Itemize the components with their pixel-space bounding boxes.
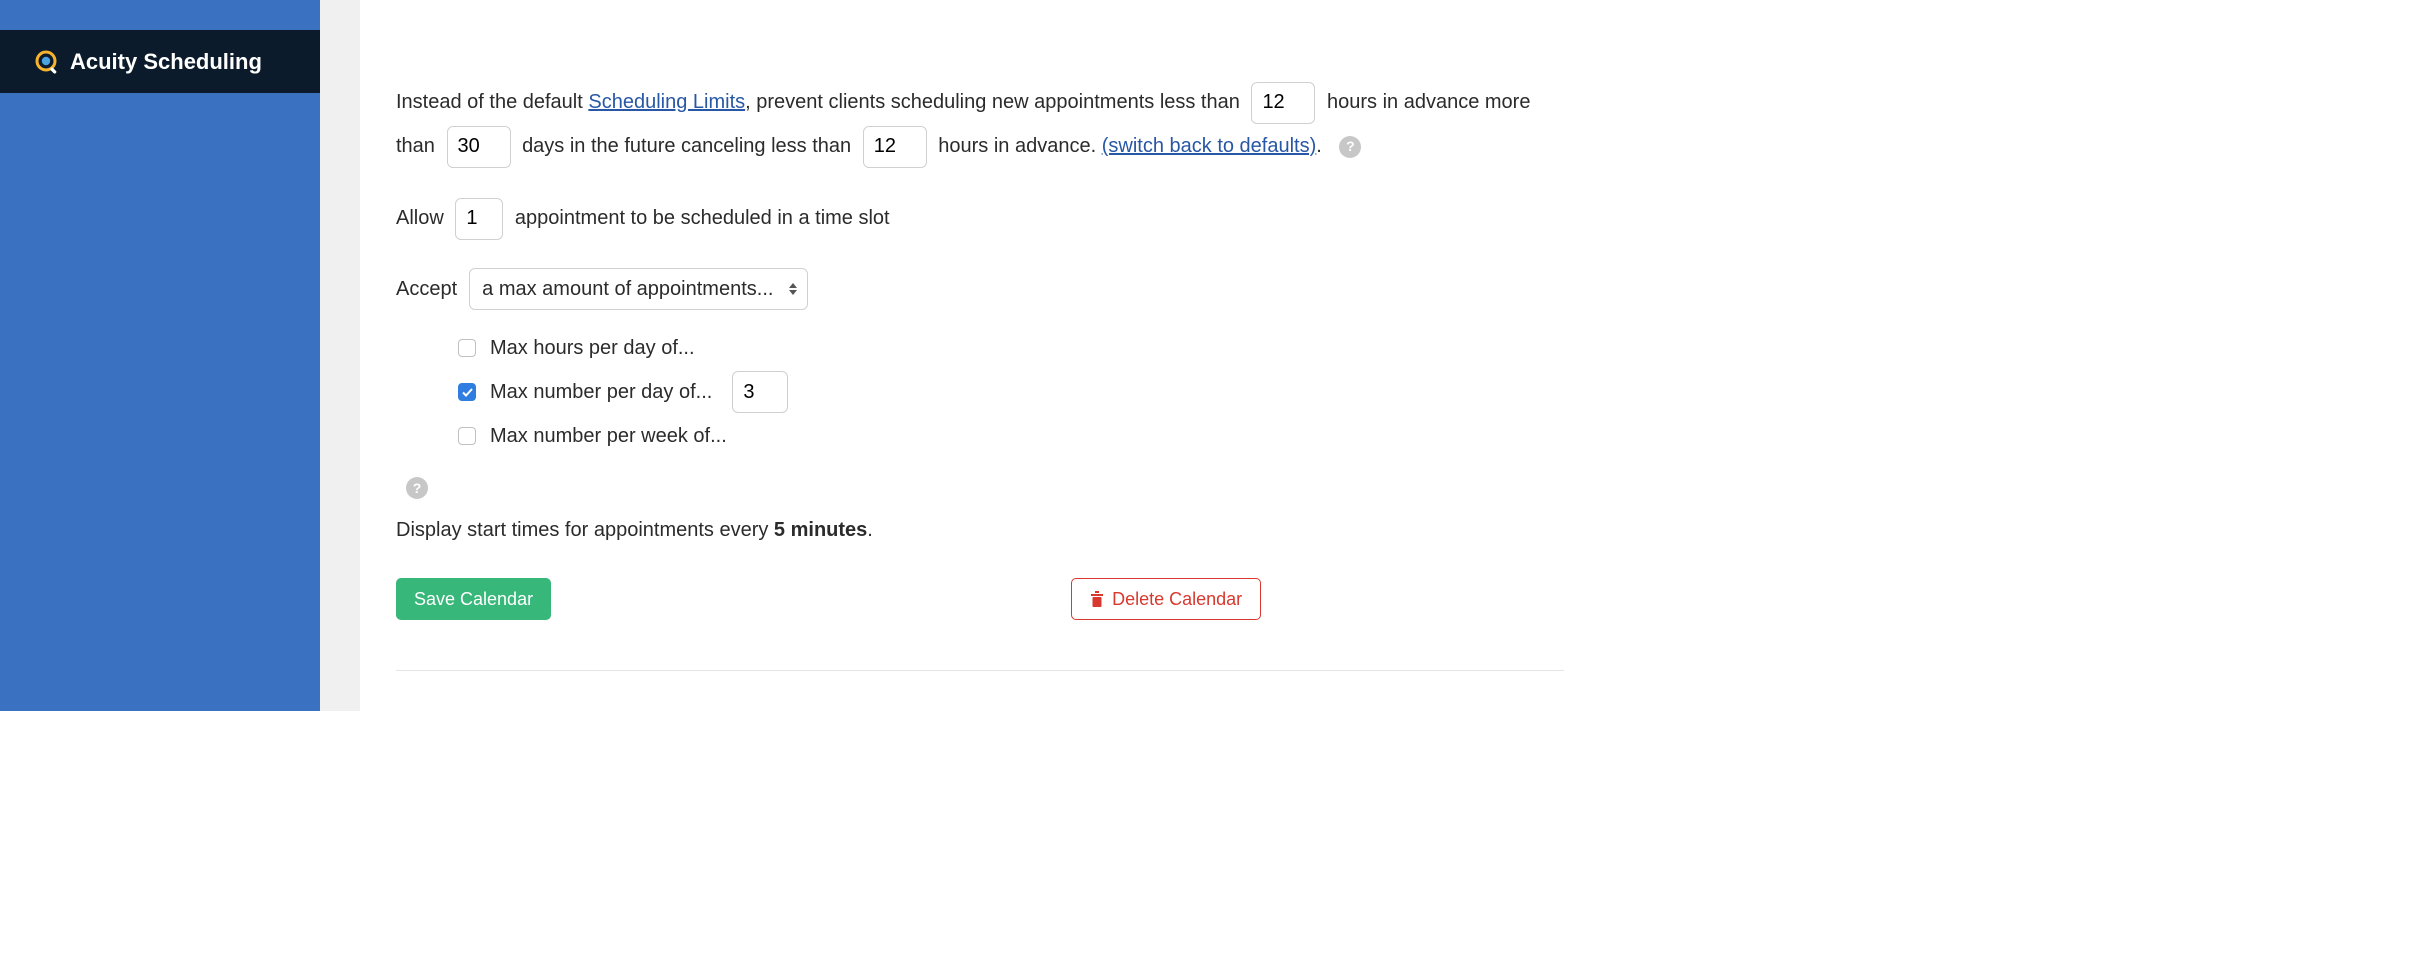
accept-selected: a max amount of appointments... — [482, 278, 773, 301]
hours-advance-input[interactable] — [1251, 82, 1315, 124]
brand-logo: Acuity Scheduling — [34, 49, 262, 75]
content-gutter — [320, 0, 360, 711]
display-prefix: Display start times for appointments eve… — [396, 519, 774, 541]
brand-name: Acuity Scheduling — [70, 49, 262, 75]
limits-text4: hours in advance. — [938, 135, 1096, 157]
checkbox-max-number-week[interactable] — [458, 427, 476, 445]
option-label: Max number per day of... — [490, 381, 712, 404]
limits-text3: days in the future canceling less than — [522, 135, 851, 157]
accept-select[interactable]: a max amount of appointments... — [469, 268, 808, 310]
section-divider — [396, 670, 1564, 671]
allow-suffix: appointment to be scheduled in a time sl… — [515, 207, 890, 229]
delete-calendar-button[interactable]: Delete Calendar — [1071, 578, 1261, 620]
limits-text1: , prevent clients scheduling new appoint… — [745, 91, 1240, 113]
limits-period: . — [1316, 135, 1322, 157]
accept-options-list: Max hours per day of... Max number per d… — [396, 326, 1564, 458]
brand-bar: Acuity Scheduling — [0, 30, 320, 93]
logo-icon — [34, 49, 60, 75]
display-suffix: . — [867, 519, 873, 541]
switch-defaults-link[interactable]: (switch back to defaults) — [1102, 135, 1317, 157]
help-icon[interactable]: ? — [1339, 136, 1361, 158]
allow-row: Allow appointment to be scheduled in a t… — [396, 196, 1564, 240]
trash-icon — [1090, 591, 1104, 607]
allow-prefix: Allow — [396, 207, 444, 229]
limits-prefix: Instead of the default — [396, 91, 588, 113]
scheduling-limits-paragraph: Instead of the default Scheduling Limits… — [396, 80, 1564, 168]
save-label: Save Calendar — [414, 589, 533, 610]
select-caret-icon — [789, 283, 797, 295]
delete-label: Delete Calendar — [1112, 589, 1242, 610]
cancel-hours-input[interactable] — [863, 126, 927, 168]
accept-label: Accept — [396, 278, 457, 301]
help-icon[interactable]: ? — [406, 477, 428, 499]
button-row: Save Calendar Delete Calendar — [396, 578, 1564, 620]
option-label: Max number per week of... — [490, 425, 727, 448]
option-label: Max hours per day of... — [490, 337, 695, 360]
help-row: ? — [406, 476, 1564, 499]
max-number-day-input[interactable] — [732, 371, 788, 413]
save-calendar-button[interactable]: Save Calendar — [396, 578, 551, 620]
scheduling-limits-link[interactable]: Scheduling Limits — [588, 91, 745, 113]
display-value: 5 minutes — [774, 519, 867, 541]
option-max-hours-day: Max hours per day of... — [458, 326, 1564, 370]
checkbox-max-number-day[interactable] — [458, 383, 476, 401]
display-start-times-row: Display start times for appointments eve… — [396, 519, 1564, 542]
checkbox-max-hours-day[interactable] — [458, 339, 476, 357]
option-max-number-day: Max number per day of... — [458, 370, 1564, 414]
sidebar: Acuity Scheduling — [0, 0, 320, 711]
days-future-input[interactable] — [447, 126, 511, 168]
accept-row: Accept a max amount of appointments... — [396, 268, 1564, 310]
main-content: Instead of the default Scheduling Limits… — [360, 0, 1600, 711]
option-max-number-week: Max number per week of... — [458, 414, 1564, 458]
allow-count-input[interactable] — [455, 198, 503, 240]
